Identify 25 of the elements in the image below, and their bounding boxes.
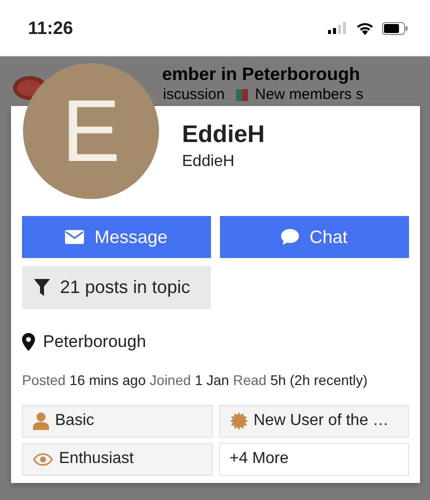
user-name[interactable]: EddieH xyxy=(182,120,265,150)
message-button[interactable]: Message xyxy=(22,216,211,258)
filter-posts-button[interactable]: 21 posts in topic xyxy=(22,266,211,309)
more-badges-button[interactable]: +4 More xyxy=(218,442,409,476)
signal-icon xyxy=(328,22,348,34)
chat-button[interactable]: Chat xyxy=(220,216,409,258)
badge[interactable]: Basic xyxy=(22,404,212,438)
badge[interactable]: Enthusiast xyxy=(22,442,212,476)
seal-icon xyxy=(230,412,248,430)
filter-icon xyxy=(34,279,50,296)
category-link[interactable]: New members s xyxy=(236,86,364,104)
username: EddieH xyxy=(182,152,234,172)
location-text: Peterborough xyxy=(43,331,146,353)
eye-icon xyxy=(33,452,53,466)
person-icon xyxy=(33,412,49,430)
badge[interactable]: New User of the … xyxy=(218,404,409,438)
battery-icon xyxy=(382,22,408,34)
wifi-icon xyxy=(356,22,374,34)
status-time: 11:26 xyxy=(28,16,74,40)
envelope-icon xyxy=(65,230,84,244)
topic-title: ember in Peterborough xyxy=(162,63,360,86)
category-link[interactable]: iscussion xyxy=(163,86,225,104)
speech-bubble-icon xyxy=(281,229,300,245)
location-pin-icon xyxy=(22,332,35,351)
user-stats-text: Posted 16 mins ago Joined 1 Jan Read 5h (2h recently) xyxy=(22,370,368,390)
